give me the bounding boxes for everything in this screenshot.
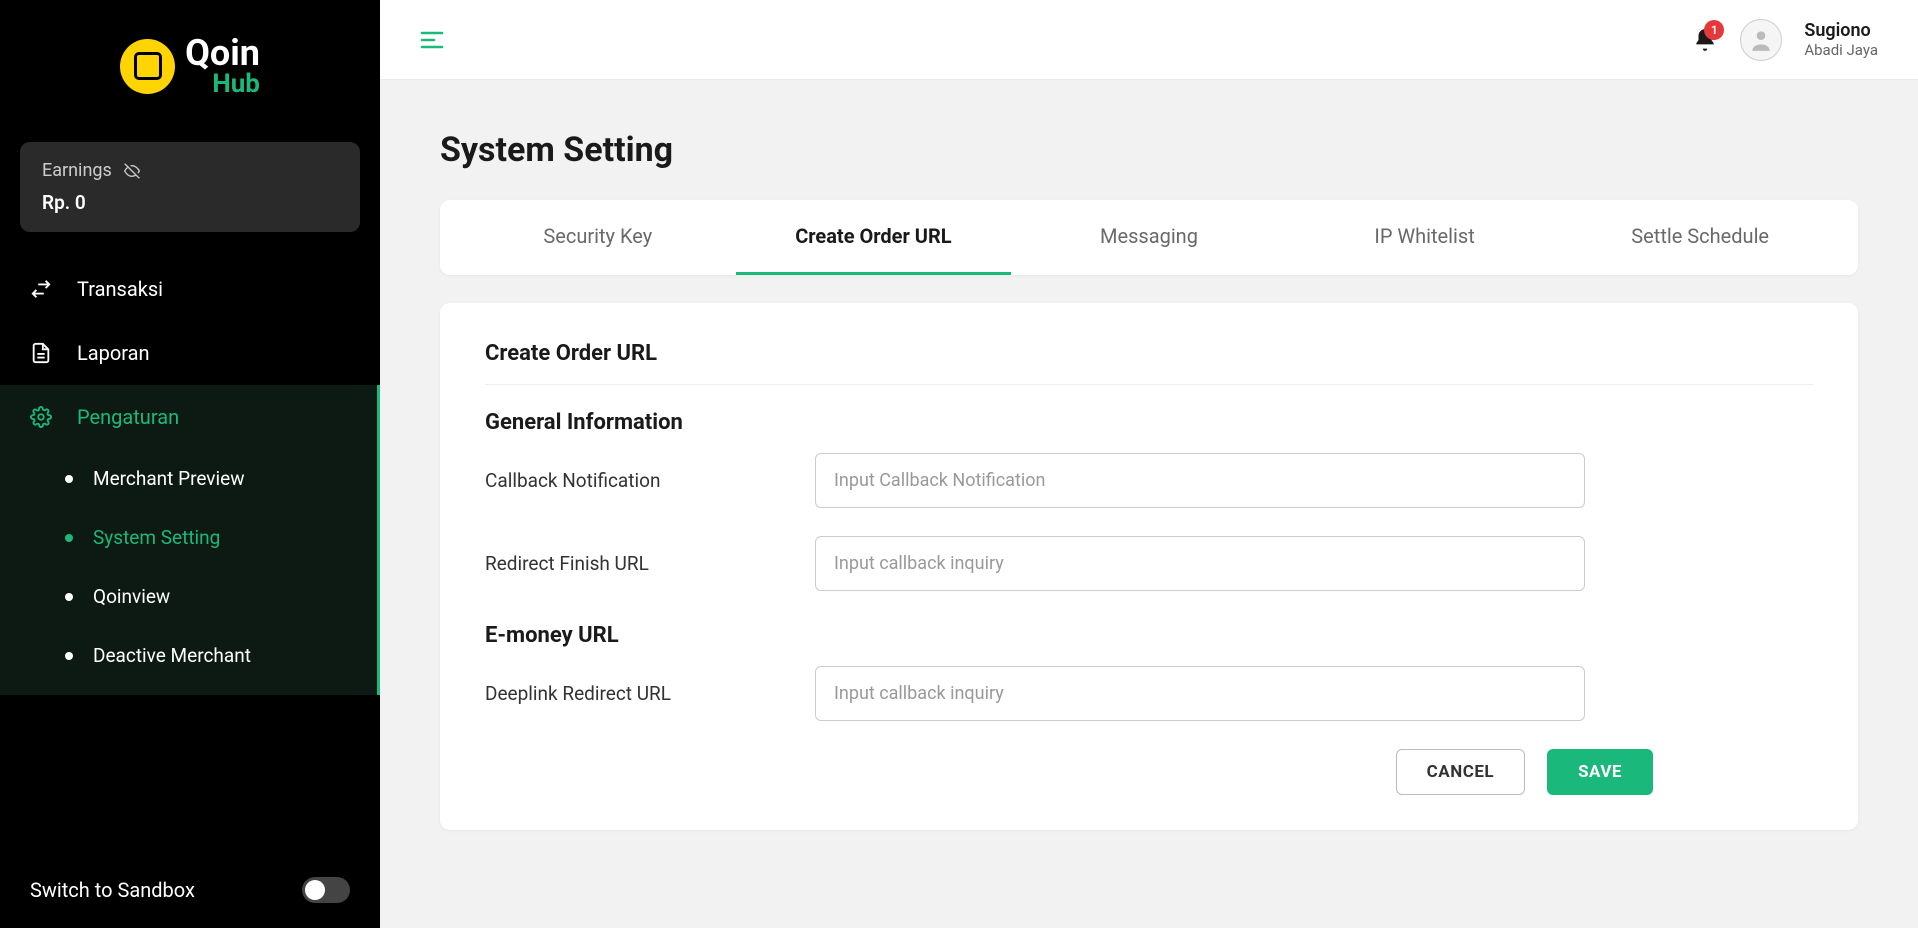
sub-deactive-merchant[interactable]: Deactive Merchant [0,626,377,685]
nav-pengaturan[interactable]: Pengaturan [0,385,377,449]
user-name: Sugiono [1804,20,1878,42]
user-sub: Abadi Jaya [1804,41,1878,59]
section-emoney: E-money URL [485,623,1813,648]
main-area: 1 Sugiono Abadi Jaya System Setting Secu… [380,0,1918,928]
input-callback-notification[interactable] [815,453,1585,508]
section-general: General Information [485,410,1813,435]
nav-label: Transaksi [77,277,163,301]
tab-settle-schedule[interactable]: Settle Schedule [1562,200,1838,275]
nav-label: Pengaturan [77,405,179,429]
user-info[interactable]: Sugiono Abadi Jaya [1804,20,1878,60]
tab-create-order-url[interactable]: Create Order URL [736,200,1012,275]
row-deeplink-redirect: Deeplink Redirect URL [485,666,1813,721]
earnings-label: Earnings [42,160,112,181]
bullet-icon [65,652,73,660]
brand-logo: Qoin Hub [0,0,380,132]
nav-transaksi[interactable]: Transaksi [0,257,380,321]
label-deeplink-redirect: Deeplink Redirect URL [485,682,815,705]
settings-card: Create Order URL General Information Cal… [440,303,1858,830]
earnings-box: Earnings Rp. 0 [20,142,360,232]
notif-badge: 1 [1704,20,1724,40]
sandbox-toggle[interactable] [302,877,350,903]
label-callback-notification: Callback Notification [485,469,815,492]
sidebar: Qoin Hub Earnings Rp. 0 [0,0,380,928]
content: System Setting Security Key Create Order… [380,80,1918,880]
document-icon [30,342,52,364]
sub-merchant-preview[interactable]: Merchant Preview [0,449,377,508]
tabs-bar: Security Key Create Order URL Messaging … [440,200,1858,275]
sub-qoinview[interactable]: Qoinview [0,567,377,626]
tab-security-key[interactable]: Security Key [460,200,736,275]
sub-system-setting[interactable]: System Setting [0,508,377,567]
card-title: Create Order URL [485,341,1813,385]
bullet-icon [65,475,73,483]
eye-off-icon[interactable] [122,163,142,179]
sub-label: Deactive Merchant [93,644,251,667]
transfer-icon [30,278,52,300]
row-callback-notification: Callback Notification [485,453,1813,508]
cancel-button[interactable]: CANCEL [1396,749,1525,795]
nav-label: Laporan [77,341,150,365]
button-row: CANCEL SAVE [485,749,1813,795]
input-redirect-finish[interactable] [815,536,1585,591]
sub-label: Qoinview [93,585,170,608]
coin-icon [120,39,175,94]
brand-name-1: Qoin [185,35,260,71]
save-button[interactable]: SAVE [1547,749,1653,795]
avatar[interactable] [1740,19,1782,61]
input-deeplink-redirect[interactable] [815,666,1585,721]
topbar: 1 Sugiono Abadi Jaya [380,0,1918,80]
tab-messaging[interactable]: Messaging [1011,200,1287,275]
row-redirect-finish: Redirect Finish URL [485,536,1813,591]
bullet-icon [65,534,73,542]
brand-name-2: Hub [185,71,260,97]
nav-list: Transaksi Laporan Pengaturan [0,257,380,695]
menu-toggle-icon[interactable] [420,31,444,49]
earnings-value: Rp. 0 [42,191,338,214]
tab-ip-whitelist[interactable]: IP Whitelist [1287,200,1563,275]
gear-icon [30,406,52,428]
bullet-icon [65,593,73,601]
label-redirect-finish: Redirect Finish URL [485,552,815,575]
notifications-button[interactable]: 1 [1692,26,1718,54]
sub-label: Merchant Preview [93,467,244,490]
sandbox-toggle-row: Switch to Sandbox [0,852,380,928]
sandbox-label: Switch to Sandbox [30,878,195,902]
nav-pengaturan-group: Pengaturan Merchant Preview System Setti… [0,385,380,695]
page-title: System Setting [440,130,1858,170]
sub-label: System Setting [93,526,220,549]
nav-laporan[interactable]: Laporan [0,321,380,385]
